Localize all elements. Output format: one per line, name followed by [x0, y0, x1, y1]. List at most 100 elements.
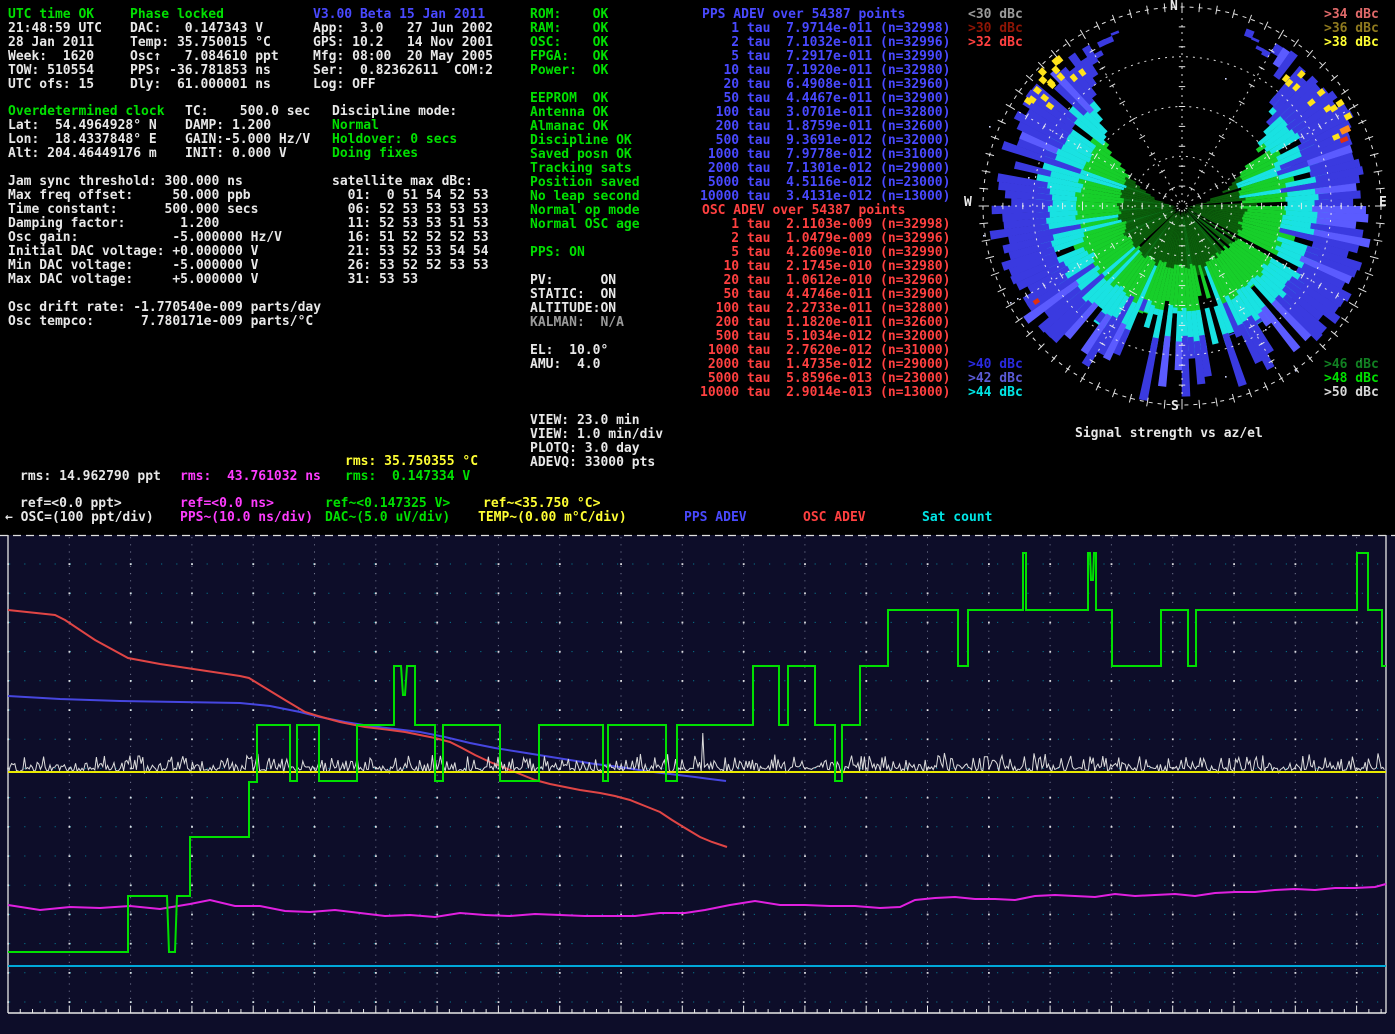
grid-dot [620, 680, 622, 682]
grid-dot [314, 884, 316, 886]
grid-dot [436, 680, 438, 682]
osc-age: Normal OSC age [530, 218, 640, 232]
grid-dot [927, 855, 929, 857]
ref-temp: ref~<35.750 °C> [483, 497, 600, 511]
grid-dot [436, 709, 438, 711]
grid-dot [559, 884, 561, 886]
grid-dot [252, 914, 254, 916]
grid-dot [743, 622, 745, 624]
grid-dot [1111, 738, 1113, 740]
rms-dac: rms: 0.147334 V [345, 470, 470, 484]
pps-adev-row: 200 tau 1.8759e-011 (n=32600) [700, 120, 950, 134]
grid-dot [375, 1001, 377, 1003]
grid-dot [375, 943, 377, 945]
compass-west: W [964, 196, 972, 210]
grid-dot [252, 622, 254, 624]
polar-grid [998, 288, 1006, 292]
dbc-legend-gt50: >50 dBc [1324, 386, 1379, 400]
polar-grid [1149, 153, 1155, 156]
grid-dot [130, 680, 132, 682]
leap-second: No leap second [530, 190, 640, 204]
grid-dot [252, 651, 254, 653]
damp-setting: DAMP: 1.200 [185, 119, 271, 133]
grid-dot [988, 797, 990, 799]
grid-dot [1172, 972, 1174, 974]
polar-grid [1264, 22, 1268, 30]
grid-dot [130, 592, 132, 594]
kalman-state: KALMAN: N/A [530, 316, 624, 330]
dbc-legend-gt40: >40 dBc [968, 358, 1023, 372]
grid-dot [130, 826, 132, 828]
grid-dot [1049, 972, 1051, 974]
grid-dot [1233, 592, 1235, 594]
compass-south: S [1171, 400, 1179, 414]
polar-grid [1279, 30, 1283, 38]
grid-dot [191, 651, 193, 653]
fpga-status: FPGA: OK [530, 50, 608, 64]
grid-dot [927, 1001, 929, 1003]
grid-dot [1111, 884, 1113, 886]
polar-grid [1229, 118, 1235, 121]
dbc-legend-gt34: >34 dBc [1324, 8, 1379, 22]
grid-dot [69, 943, 71, 945]
grid-dot [436, 884, 438, 886]
polar-grid [1294, 39, 1299, 46]
grid-dot [620, 855, 622, 857]
grid-dot [436, 914, 438, 916]
grid-dot [1111, 709, 1113, 711]
tow: TOW: 510554 [8, 64, 94, 78]
grid-dot [988, 972, 990, 974]
star-dot [1225, 376, 1227, 378]
plot-queue: PLOTQ: 3.0 day [530, 442, 640, 456]
grid-dot [1111, 768, 1113, 770]
grid-dot [1111, 563, 1113, 565]
dbc-legend-lt30: <30 dBc [968, 8, 1023, 22]
polar-grid [1189, 187, 1195, 190]
static-state: STATIC: ON [530, 288, 616, 302]
plot-area[interactable] [0, 533, 1395, 1034]
grid-dot [1295, 797, 1297, 799]
grid-dot [682, 943, 684, 945]
grid-dot [559, 709, 561, 711]
grid-dot [1295, 680, 1297, 682]
grid-dot [1172, 680, 1174, 682]
polar-grid [1080, 375, 1084, 383]
grid-dot [682, 680, 684, 682]
polar-grid [991, 273, 999, 276]
grid-dot [1356, 651, 1358, 653]
dbc-legend-gt44: >44 dBc [968, 386, 1023, 400]
grid-dot [865, 709, 867, 711]
grid-dot [1172, 622, 1174, 624]
grid-dot [69, 914, 71, 916]
polar-grid [1279, 375, 1283, 383]
almanac-status: Almanac OK [530, 120, 608, 134]
grid-dot [69, 884, 71, 886]
polar-grid [1164, 400, 1165, 409]
grid-dot [1356, 797, 1358, 799]
grid-dot [69, 709, 71, 711]
grid-dot [865, 884, 867, 886]
polar-grid [1370, 256, 1378, 258]
sat-dbc-row: 26: 53 52 52 53 53 [332, 259, 489, 273]
grid-dot [620, 651, 622, 653]
sat-dbc-row: 21: 53 52 53 54 54 [332, 245, 489, 259]
polar-grid [1351, 303, 1359, 307]
grid-dot [1356, 855, 1358, 857]
clock-mode: Overdetermined clock [8, 105, 165, 119]
grid-dot [1049, 709, 1051, 711]
grid-dot [436, 622, 438, 624]
polar-grid [1026, 75, 1033, 81]
polar-grid [998, 120, 1006, 124]
grid-dot [1049, 797, 1051, 799]
grid-dot [865, 738, 867, 740]
legend-osc-adev: OSC ADEV [803, 511, 866, 525]
grid-dot [559, 1001, 561, 1003]
ref-pps: ref=<0.0 ns> [180, 497, 274, 511]
polar-grid [1139, 135, 1145, 138]
grid-dot [1233, 972, 1235, 974]
grid-dot [1049, 680, 1051, 682]
grid-dot [743, 972, 745, 974]
position-saved: Position saved [530, 176, 640, 190]
polar-grid [1006, 104, 1014, 108]
dbc-legend-gt46: >46 dBc [1324, 358, 1379, 372]
